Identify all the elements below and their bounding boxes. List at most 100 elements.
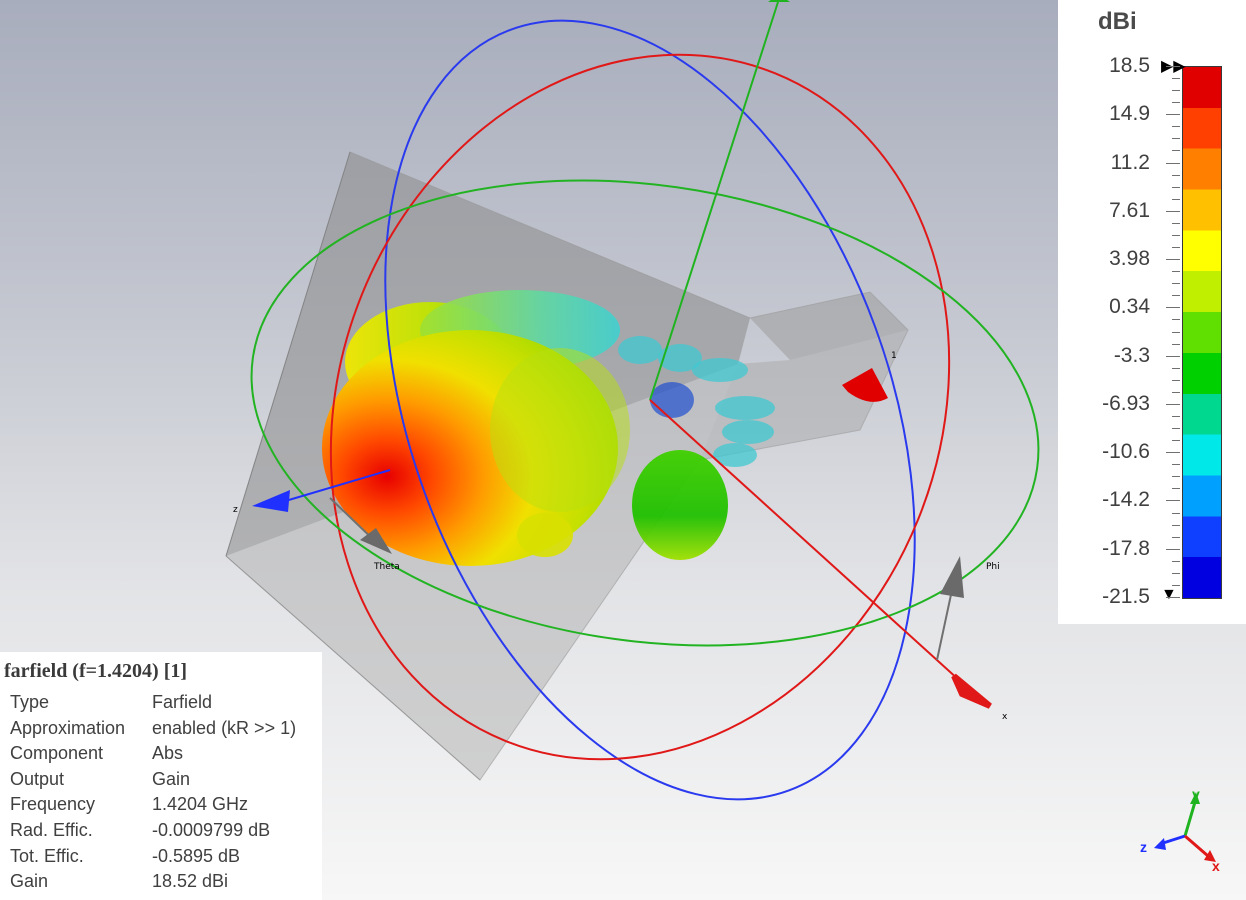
colorbar-tick-label: 11.2	[1110, 150, 1150, 174]
colorbar-minor-tick	[1172, 90, 1180, 92]
colorbar-major-tick	[1166, 597, 1180, 598]
info-key: Type	[10, 692, 50, 712]
colorbar-major-tick	[1166, 66, 1180, 67]
info-title: farfield (f=1.4204) [1]	[4, 660, 188, 682]
colorbar-minor-tick	[1172, 283, 1180, 285]
theta-label: Theta	[373, 562, 400, 572]
colorbar-tick-label: 0.34	[1109, 295, 1150, 319]
colorbar-tick-label: -17.8	[1102, 536, 1150, 560]
mini-y-label: y	[1192, 786, 1200, 802]
info-value: Abs	[152, 743, 184, 764]
info-row: Output Gain	[10, 767, 315, 791]
phi-arrow	[936, 556, 964, 661]
colorbar-major-tick	[1166, 114, 1180, 116]
colorbar-minor-tick	[1172, 524, 1180, 526]
info-row: Rad. Effic. -0.0009799 dB	[10, 818, 315, 842]
orientation-triad: y z x	[1130, 780, 1230, 880]
colorbar-minor-tick	[1172, 343, 1180, 345]
colorbar-minor-tick	[1172, 415, 1180, 417]
info-value: 18.52 dBi	[152, 871, 229, 892]
info-value: 1.4204 GHz	[152, 794, 249, 815]
info-key: Gain	[10, 871, 49, 892]
colorbar-major-tick	[1166, 452, 1180, 454]
colorbar-major-tick	[1166, 259, 1180, 261]
colorbar-minor-tick	[1172, 464, 1180, 466]
colorbar-tick-label: -6.93	[1102, 391, 1150, 415]
colorbar-minor-tick	[1172, 379, 1180, 381]
colorbar-minor-tick	[1172, 584, 1180, 586]
colorbar-minor-tick	[1172, 572, 1180, 574]
colorbar-unit: dBi	[1098, 8, 1137, 35]
info-row: Type Farfield	[10, 690, 315, 714]
port-label: 1	[891, 351, 897, 361]
z-axis-label: z	[233, 505, 238, 515]
info-key: Rad. Effic.	[10, 820, 93, 840]
colorbar-major-tick	[1166, 210, 1180, 212]
colorbar-minor-tick	[1172, 488, 1180, 490]
info-value: -0.5895 dB	[152, 845, 241, 866]
colorbar-minor-tick	[1172, 247, 1180, 249]
colorbar-minor-tick	[1172, 476, 1180, 478]
colorbar-minor-tick	[1172, 126, 1180, 128]
y-axis-arrow	[768, 0, 790, 2]
info-row: Tot. Effic. -0.5895 dB	[10, 844, 315, 868]
colorbar-minor-tick	[1172, 78, 1180, 80]
x-axis-label: x	[1002, 712, 1008, 722]
colorbar-minor-tick	[1172, 428, 1180, 430]
info-row: Approximation enabled (kR >> 1)	[10, 716, 315, 740]
colorbar-minor-tick	[1172, 560, 1180, 562]
colorbar-minor-tick	[1172, 102, 1180, 104]
colorbar-major-tick	[1166, 307, 1180, 309]
colorbar-tick-label: -14.2	[1102, 488, 1150, 512]
colorbar-major-tick	[1166, 500, 1180, 502]
colorbar-tick-label: -3.3	[1113, 343, 1150, 367]
colorbar-minor-tick	[1172, 150, 1180, 152]
colorbar-minor-tick	[1172, 512, 1180, 514]
info-value: -0.0009799 dB	[152, 820, 271, 840]
farfield-info-panel: farfield (f=1.4204) [1] Type Farfield Appr…	[0, 652, 322, 900]
info-key: Component	[10, 743, 104, 764]
colorbar-tick-label: 14.9	[1109, 102, 1150, 126]
colorbar-major-tick	[1166, 548, 1180, 550]
colorbar-minor-tick	[1172, 174, 1180, 176]
colorbar-tick-label: 3.98	[1109, 247, 1150, 271]
colorbar-minor-tick	[1172, 536, 1180, 538]
colorbar-legend: dBi 18.5 14.9 11.2 7.61 3.98 0.34 -3.3 -6.93 -10…	[1058, 0, 1246, 624]
phi-label: Phi	[986, 562, 1000, 572]
colorbar-minor-tick	[1172, 367, 1180, 369]
x-axis-arrow	[951, 673, 992, 709]
colorbar-minor-tick	[1172, 138, 1180, 140]
colorbar-minor-tick	[1172, 319, 1180, 321]
info-key: Approximation	[10, 717, 126, 738]
info-row: Gain 18.52 dBi	[10, 869, 315, 893]
colorbar-minor-tick	[1172, 391, 1180, 393]
mini-x-label: x	[1212, 858, 1220, 874]
colorbar-minor-tick	[1172, 440, 1180, 442]
colorbar-gradient	[1182, 66, 1222, 599]
colorbar-tick-label: -10.6	[1102, 440, 1150, 464]
info-key: Frequency	[10, 794, 96, 815]
colorbar-minor-tick	[1172, 222, 1180, 224]
info-value: enabled (kR >> 1)	[152, 717, 297, 738]
info-key: Output	[10, 768, 65, 789]
colorbar-minor-tick	[1172, 234, 1180, 236]
colorbar-min-arrow-icon[interactable]: ▼	[1161, 587, 1177, 603]
mini-z-label: z	[1140, 839, 1147, 855]
colorbar-minor-tick	[1172, 186, 1180, 188]
info-key: Tot. Effic.	[10, 845, 84, 866]
colorbar-max-arrow-icon[interactable]: ▶▶	[1161, 59, 1186, 75]
colorbar-tick-label: 18.5	[1109, 54, 1150, 77]
colorbar-tick-label: 7.61	[1109, 198, 1150, 222]
info-value: Gain	[152, 768, 191, 789]
colorbar-major-tick	[1166, 355, 1180, 357]
colorbar-tick-label: -21.5	[1102, 585, 1150, 608]
colorbar-minor-tick	[1172, 331, 1180, 333]
colorbar-minor-tick	[1172, 271, 1180, 273]
colorbar-minor-tick	[1172, 198, 1180, 200]
info-value: Farfield	[152, 692, 213, 712]
info-row: Component Abs	[10, 741, 315, 765]
info-row: Frequency 1.4204 GHz	[10, 792, 315, 816]
colorbar-major-tick	[1166, 403, 1180, 405]
colorbar-minor-tick	[1172, 295, 1180, 297]
colorbar-major-tick	[1166, 162, 1180, 164]
